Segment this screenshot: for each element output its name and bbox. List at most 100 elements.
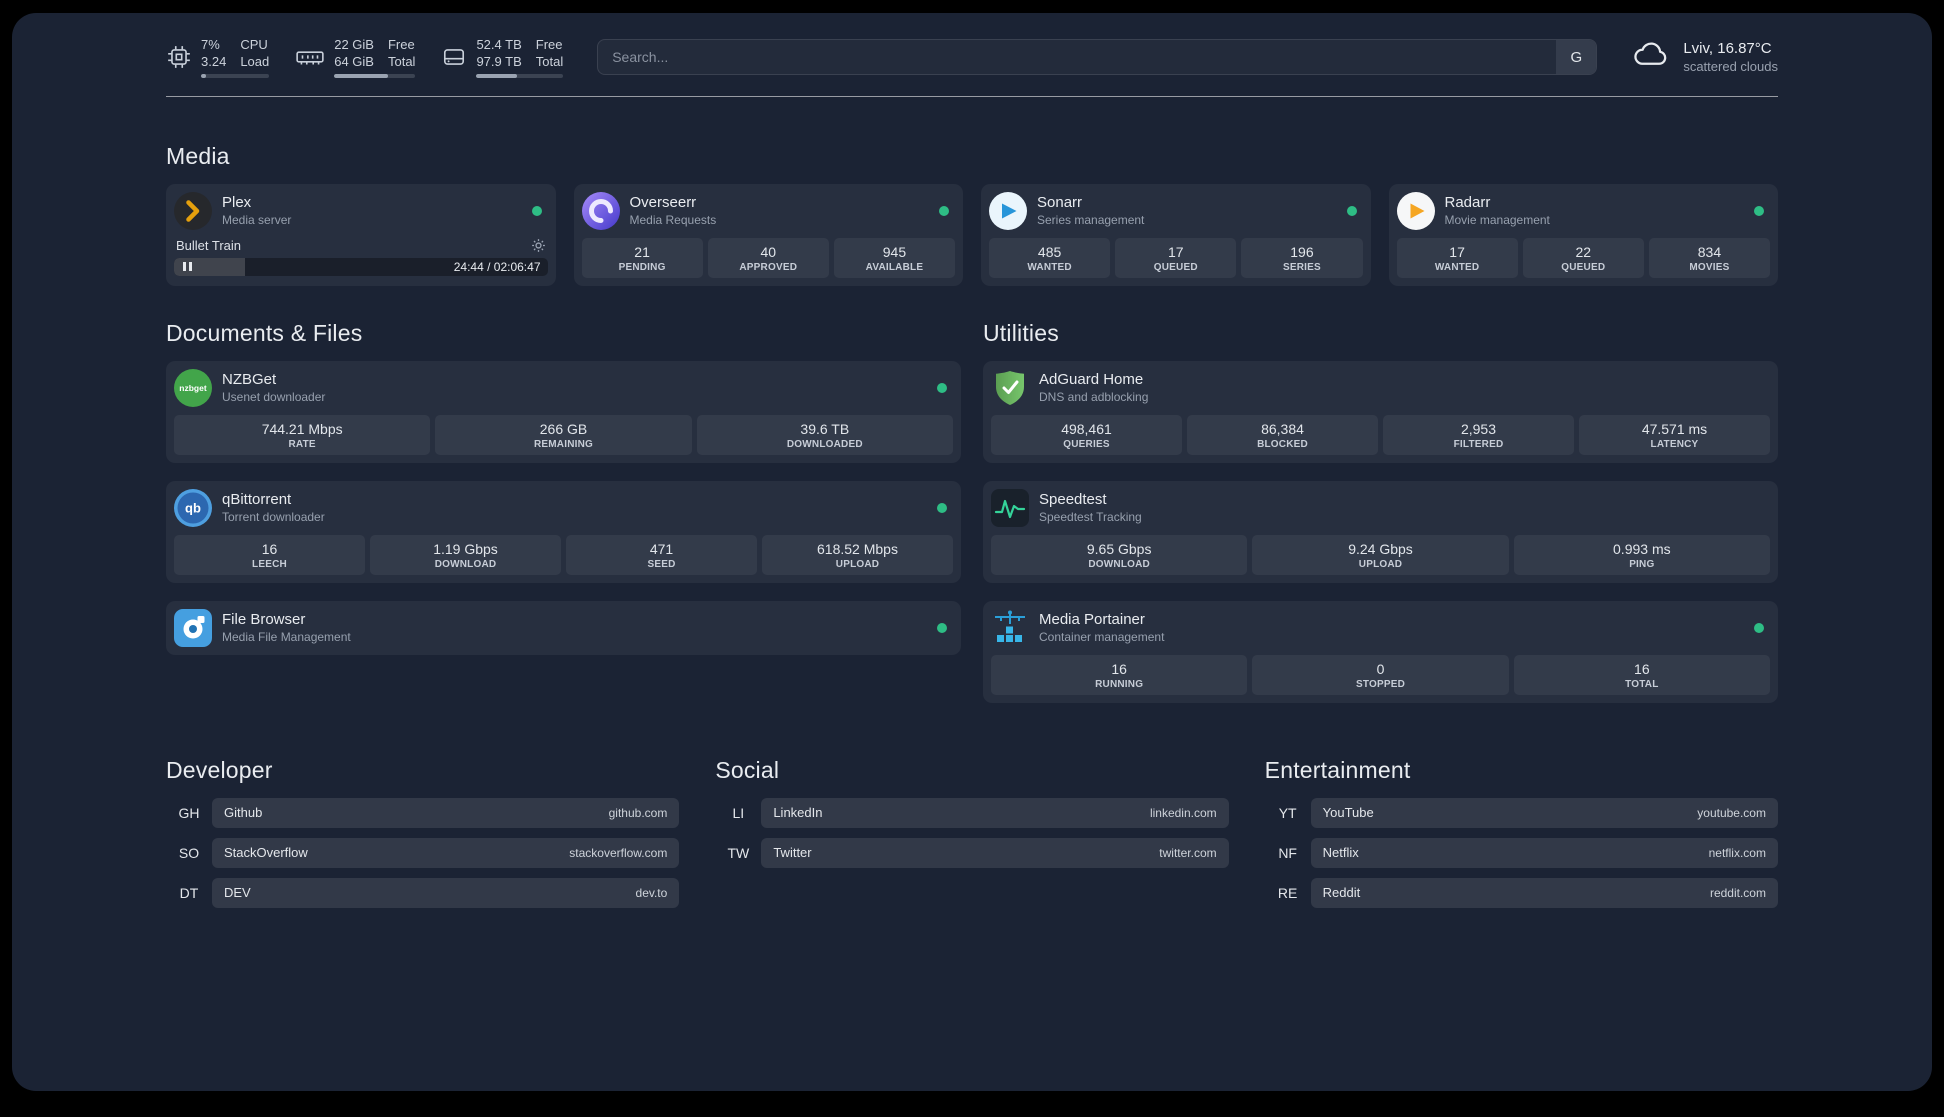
pause-icon[interactable] [183,262,192,272]
adguard-card: AdGuard Home DNS and adblocking 498,461 … [983,360,1778,463]
stat-download: 1.19 Gbps DOWNLOAD [370,534,561,575]
radarr-icon [1396,191,1435,230]
stat-leech: 16 LEECH [174,534,365,575]
search-input[interactable] [597,39,1598,76]
service-desc: DNS and adblocking [1039,389,1149,404]
service-name: Media Portainer [1039,610,1145,628]
stat-remaining: 266 GB REMAINING [435,414,692,455]
filebrowser-icon [174,608,212,647]
disk-total: 97.9 TB [476,53,522,69]
nzbget-link[interactable]: nzbget NZBGet Usenet downloader [174,368,953,407]
dashboard-panel: 7% 3.24 CPU Load 22 GiB 64 GiB Free Tota… [12,13,1932,1091]
disk-widget: 52.4 TB 97.9 TB Free Total [441,37,564,78]
stat-approved: 40 APPROVED [707,237,829,278]
service-name: File Browser [222,610,306,628]
stat-seed: 471 SEED [566,534,757,575]
service-desc: Series management [1037,212,1145,227]
service-desc: Media server [222,212,292,227]
sonarr-card: Sonarr Series management 485 WANTED 17 Q… [981,183,1371,286]
adguard-link[interactable]: AdGuard Home DNS and adblocking [991,369,1770,407]
radarr-link[interactable]: Radarr Movie management [1396,191,1771,230]
entertainment-section: Entertainment YT YouTube youtube.com NF … [1265,757,1778,918]
portainer-link[interactable]: Media Portainer Container management [991,609,1770,647]
service-desc: Media File Management [222,629,351,644]
stat-blocked: 86,384 BLOCKED [1187,414,1378,455]
bookmark-reddit[interactable]: RE Reddit reddit.com [1265,877,1778,908]
status-dot [937,382,947,393]
stat-queued: 22 QUEUED [1522,237,1644,278]
plex-link[interactable]: Plex Media server [174,191,548,230]
weather-widget: Lviv, 16.87°C scattered clouds [1631,39,1778,75]
memory-widget: 22 GiB 64 GiB Free Total [295,37,416,78]
stat-latency: 47.571 ms LATENCY [1579,414,1770,455]
documents-files-section: Documents & Files nzbget NZBGet Usenet d… [166,320,961,655]
cpu-widget: 7% 3.24 CPU Load [166,37,270,78]
status-dot [937,622,947,633]
stat-pending: 21 PENDING [581,237,703,278]
cpu-sublabel: Load [240,53,270,69]
service-name: Radarr [1444,193,1491,211]
stat-running: 16 RUNNING [991,654,1248,695]
playback-progress-bar[interactable]: 24:44 / 02:06:47 [174,257,548,276]
bookmark-linkedin[interactable]: LI LinkedIn linkedin.com [715,797,1229,828]
developer-section: Developer GH Github github.com SO StackO… [166,757,680,918]
bookmark-twitter[interactable]: TW Twitter twitter.com [715,837,1229,868]
stat-queries: 498,461 QUERIES [991,414,1182,455]
overseerr-link[interactable]: Overseerr Media Requests [581,191,956,230]
bookmark-stackoverflow[interactable]: SO StackOverflow stackoverflow.com [166,837,680,868]
stat-total: 16 TOTAL [1513,654,1770,695]
memory-total: 64 GiB [334,53,374,69]
stat-wanted: 485 WANTED [989,237,1111,278]
stat-wanted: 17 WANTED [1396,237,1518,278]
header-divider [166,95,1778,97]
disk-progress-bar [476,73,564,78]
speedtest-card: Speedtest Speedtest Tracking 9.65 Gbps D… [983,480,1778,583]
gear-icon[interactable] [531,238,546,253]
portainer-icon [991,609,1029,647]
stat-upload: 618.52 Mbps UPLOAD [762,534,953,575]
stat-queued: 17 QUEUED [1115,237,1237,278]
search-provider-button[interactable]: G [1556,40,1597,75]
bookmark-github[interactable]: GH Github github.com [166,797,680,828]
filebrowser-link[interactable]: File Browser Media File Management [174,608,953,647]
speedtest-icon [991,488,1029,527]
service-desc: Container management [1039,629,1165,644]
overseerr-icon [581,191,620,230]
svg-text:nzbget: nzbget [179,383,207,393]
stat-upload: 9.24 Gbps UPLOAD [1252,534,1509,575]
speedtest-link[interactable]: Speedtest Speedtest Tracking [991,488,1770,527]
cpu-loadavg: 3.24 [201,53,227,69]
service-desc: Media Requests [629,212,717,227]
stat-download: 9.65 Gbps DOWNLOAD [991,534,1248,575]
bookmark-netflix[interactable]: NF Netflix netflix.com [1265,837,1778,868]
search-bar: G [597,39,1598,76]
qbittorrent-card: qb qBittorrent Torrent downloader 16 LEE… [166,480,961,583]
cpu-progress-bar [201,73,270,78]
qbittorrent-link[interactable]: qb qBittorrent Torrent downloader [174,488,953,527]
now-playing-title: Bullet Train [176,237,242,253]
utilities-section-title: Utilities [983,319,1059,346]
bookmark-youtube[interactable]: YT YouTube youtube.com [1265,797,1778,828]
radarr-card: Radarr Movie management 17 WANTED 22 QUE… [1388,183,1778,286]
status-dot [939,205,949,216]
cloud-icon [1631,40,1671,75]
stat-ping: 0.993 ms PING [1513,534,1770,575]
stat-stopped: 0 STOPPED [1252,654,1509,695]
documents-section-title: Documents & Files [166,319,363,346]
service-desc: Torrent downloader [222,509,325,524]
qbittorrent-icon: qb [174,488,212,527]
stat-rate: 744.21 Mbps RATE [174,414,431,455]
cpu-label: CPU [240,37,268,52]
stat-available: 945 AVAILABLE [833,237,956,278]
nzbget-icon: nzbget [174,368,212,407]
stat-downloaded: 39.6 TB DOWNLOADED [696,414,953,455]
service-name: Overseerr [629,193,697,211]
portainer-card: Media Portainer Container management 16 … [983,600,1778,703]
top-bar: 7% 3.24 CPU Load 22 GiB 64 GiB Free Tota… [166,37,1778,78]
memory-progress-bar [334,73,416,78]
utilities-section: Utilities AdGuard Home DNS and adblockin… [983,320,1778,703]
sonarr-link[interactable]: Sonarr Series management [989,191,1363,230]
social-section: Social LI LinkedIn linkedin.com TW Twitt… [715,757,1229,878]
plex-card: Plex Media server Bullet Train 24:44 / 0… [166,183,556,286]
bookmark-dev[interactable]: DT DEV dev.to [166,877,680,908]
